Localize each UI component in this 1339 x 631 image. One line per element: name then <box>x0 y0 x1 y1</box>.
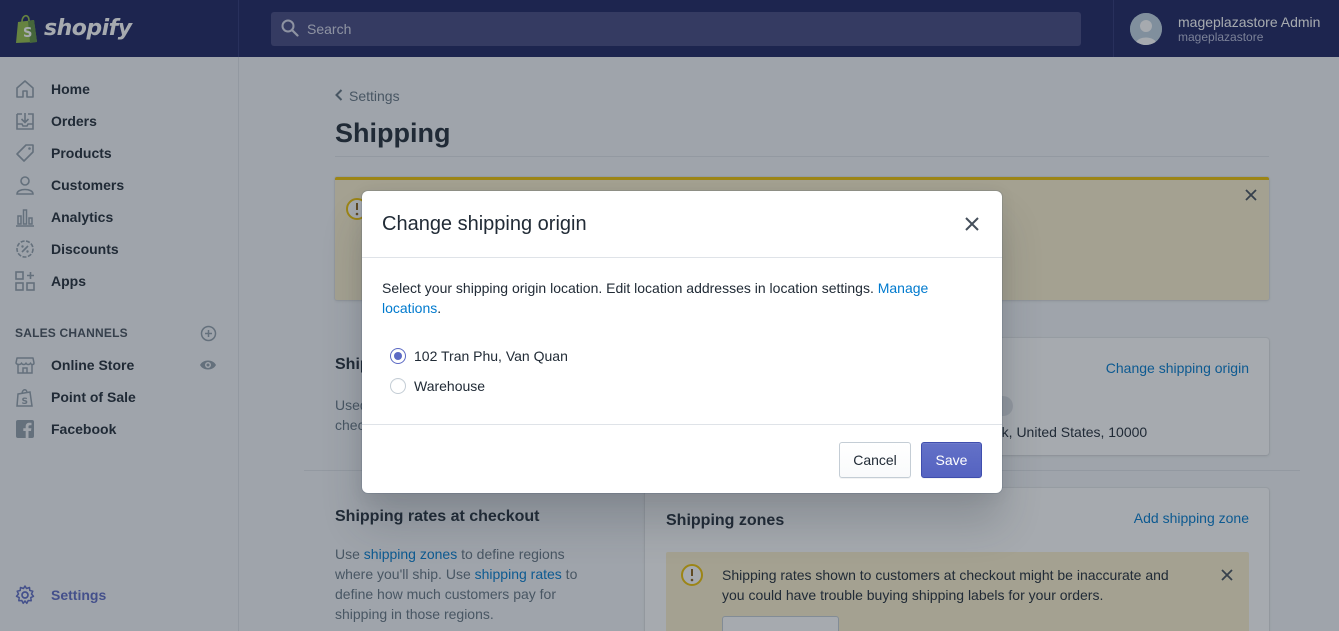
close-icon[interactable] <box>964 216 980 235</box>
modal-description: Select your shipping origin location. Ed… <box>382 280 929 316</box>
radio-selected[interactable] <box>390 348 406 364</box>
manage-locations-link[interactable]: Manage <box>878 280 929 296</box>
manage-locations-link-cont[interactable]: locations <box>382 300 437 316</box>
modal-footer: Cancel Save <box>362 424 1002 493</box>
origin-option-1[interactable]: 102 Tran Phu, Van Quan <box>390 348 568 364</box>
modal-title: Change shipping origin <box>382 212 587 235</box>
modal-header: Change shipping origin <box>362 191 1002 258</box>
cancel-button[interactable]: Cancel <box>839 442 911 478</box>
save-button[interactable]: Save <box>921 442 982 478</box>
change-shipping-origin-modal: Change shipping origin Select your shipp… <box>362 191 1002 493</box>
radio-unselected[interactable] <box>390 378 406 394</box>
origin-option-2[interactable]: Warehouse <box>390 378 485 394</box>
